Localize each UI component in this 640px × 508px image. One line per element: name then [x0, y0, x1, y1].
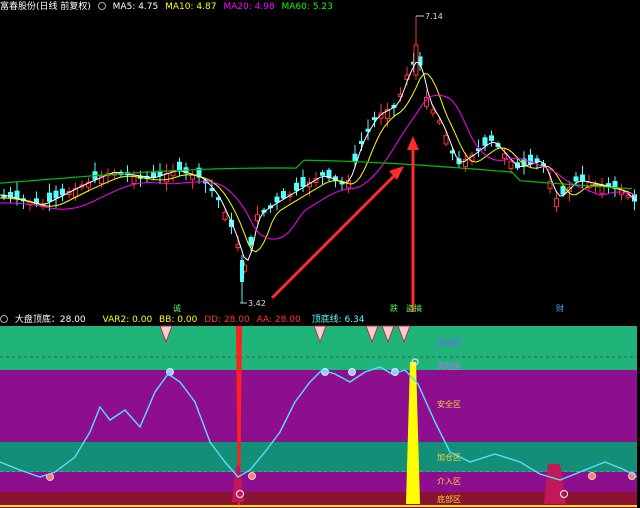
bottom-marker-dot-icon — [248, 472, 256, 480]
candle-body — [320, 172, 325, 176]
zone-sell-label: 卖出区 — [437, 337, 461, 347]
candle-body — [60, 188, 65, 196]
candle-body — [222, 211, 228, 221]
zone-risk-label: 风险区 — [437, 361, 461, 371]
ma20-value: 4.98 — [254, 2, 275, 12]
trend-arrow-1 — [270, 168, 402, 300]
ma10-label: MA10: — [165, 2, 194, 12]
ma60-value: 5.23 — [312, 2, 333, 12]
indicator-legend: 大盘顶底：28.00 VAR2: 0.00 BB: 0.00 DD: 28.00… — [0, 314, 369, 326]
dd-value: DD: 28.00 — [204, 315, 250, 325]
candle-body — [502, 153, 507, 159]
candle-body — [294, 182, 299, 191]
zone-bottom-label: 底部区 — [437, 494, 461, 504]
zone-risk-band — [0, 356, 637, 370]
candle-body — [177, 161, 182, 172]
ma5-value: 4.75 — [138, 2, 159, 12]
candle-body — [413, 44, 419, 76]
settings-dot-icon[interactable] — [97, 2, 106, 10]
candle-body — [573, 176, 579, 182]
ma5-label: MA5: — [112, 2, 136, 12]
ma10-value: 4.87 — [196, 2, 217, 12]
event-mark-3: 盗搞 — [406, 303, 422, 312]
candle-body — [430, 109, 436, 114]
candle-body — [47, 192, 52, 202]
candle-body — [281, 191, 286, 199]
candle-body — [489, 135, 494, 141]
zone-enter-label: 介入区 — [437, 477, 461, 486]
candle-body — [352, 153, 358, 162]
ma60-label: MA60: — [281, 2, 310, 12]
candle-body — [300, 177, 306, 187]
indicator-settings-dot-icon[interactable] — [0, 315, 8, 323]
candle-body — [240, 260, 244, 282]
price-legend: 富春股份(日线 前复权) MA5: 4.75 MA10: 4.87 MA20: … — [0, 1, 337, 13]
high-price-label: 7.14 — [425, 12, 443, 21]
top-marker-dot-icon — [348, 368, 356, 376]
candle-body — [443, 135, 449, 145]
price-chart[interactable]: 7.14 3.42 诚 跌 盗搞 财 — [0, 0, 640, 312]
aa-value: AA: 28.00 — [256, 315, 301, 325]
ma5-line — [0, 61, 637, 261]
candle-body — [372, 117, 377, 121]
candle-body — [248, 236, 254, 246]
zone-safe-band — [0, 370, 637, 442]
bottom-marker-dot-icon — [588, 472, 596, 480]
candle-body — [534, 158, 540, 163]
top-bottom-line-value: 顶底线: 6.34 — [311, 315, 365, 325]
zone-safe-label: 安全区 — [437, 399, 461, 409]
moving-average-lines — [0, 61, 637, 261]
event-mark-2: 跌 — [390, 303, 398, 312]
candle-body — [482, 137, 488, 146]
bb-value: BB: 0.00 — [159, 315, 198, 325]
event-mark-4: 财 — [556, 303, 564, 312]
candle-body — [508, 160, 514, 169]
candle-body — [274, 196, 280, 203]
candle-body — [580, 174, 585, 182]
candle-body — [235, 244, 241, 249]
candle-body — [554, 198, 559, 208]
trend-arrow-2-head — [407, 136, 419, 150]
var2-value: VAR2: 0.00 — [102, 315, 153, 325]
indicator-chart[interactable]: 卖出区 风险区 安全区 加仓区 介入区 底部区 — [0, 312, 640, 508]
stock-title: 富春股份(日线 前复权) — [0, 2, 91, 12]
indicator-title: 大盘顶底：28.00 — [14, 315, 86, 325]
low-price-label: 3.42 — [248, 299, 266, 308]
zone-add-band — [0, 442, 637, 472]
ma20-label: MA20: — [223, 2, 252, 12]
zone-add-label: 加仓区 — [437, 452, 461, 462]
event-mark-1: 诚 — [173, 303, 181, 312]
candle-body — [625, 194, 631, 198]
candle-body — [53, 190, 59, 199]
candlestick-series — [1, 16, 637, 303]
